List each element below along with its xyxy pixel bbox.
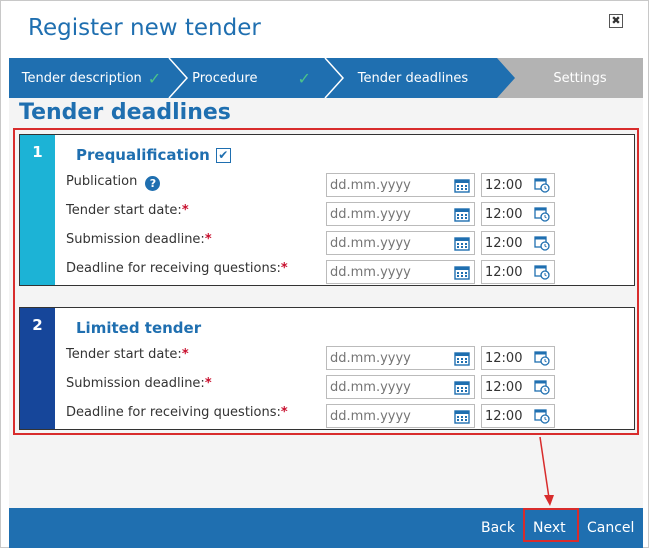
wizard-steps: Tender description ✓ Procedure ✓ Tender … [9, 58, 643, 98]
highlight-frame [13, 128, 639, 435]
next-highlight-frame [523, 508, 579, 542]
section-title: Tender deadlines [19, 100, 231, 125]
step-separator [324, 58, 345, 98]
close-icon: ✖ [611, 14, 621, 27]
register-tender-dialog: Register new tender ✖ Tender description… [0, 0, 649, 548]
step-separators [168, 58, 515, 98]
close-button[interactable]: ✖ [609, 14, 623, 28]
step-active-arrow [497, 58, 515, 98]
step-separator [168, 58, 189, 98]
cancel-button[interactable]: Cancel [587, 508, 634, 548]
dialog-title: Register new tender [28, 15, 261, 41]
back-button[interactable]: Back [481, 508, 515, 548]
